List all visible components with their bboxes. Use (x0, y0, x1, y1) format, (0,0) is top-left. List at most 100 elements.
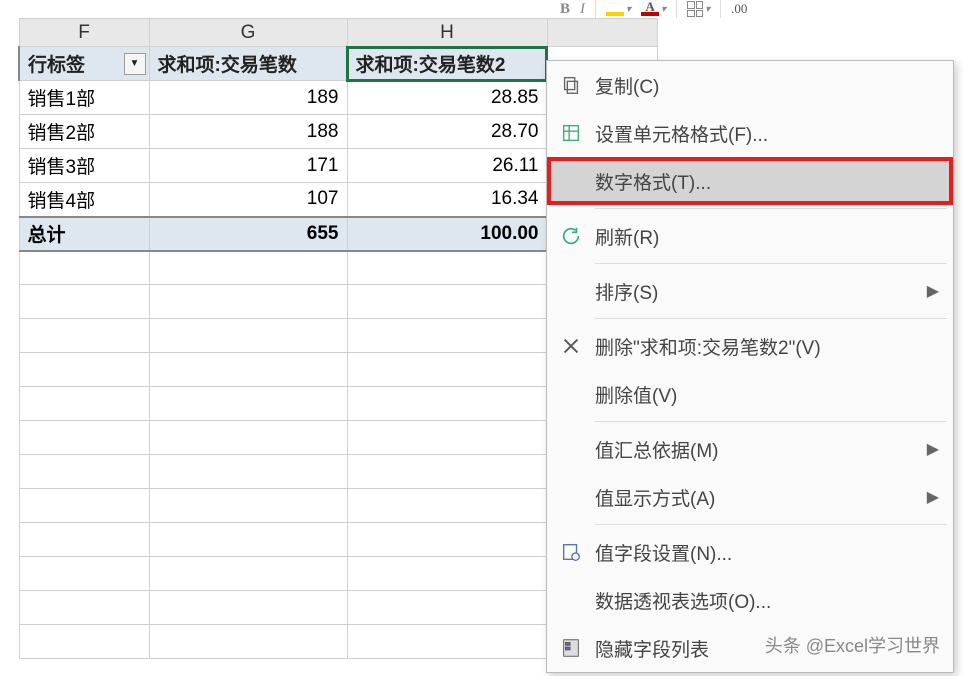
menu-label: 删除值(V) (595, 381, 939, 408)
format-cells-icon (547, 122, 595, 144)
cell-blank[interactable] (19, 455, 149, 489)
cell-blank[interactable] (149, 353, 347, 387)
menu-value-field-settings[interactable]: 值字段设置(N)... (547, 528, 953, 576)
cell-blank[interactable] (19, 421, 149, 455)
menu-format-cells[interactable]: 设置单元格格式(F)... (547, 109, 953, 157)
pivot-filter-dropdown[interactable]: ▼ (124, 53, 146, 75)
cell-blank[interactable] (347, 421, 547, 455)
menu-remove-values[interactable]: 删除值(V) (547, 370, 953, 418)
menu-copy[interactable]: 复制(C) (547, 61, 953, 109)
cell-blank[interactable] (347, 285, 547, 319)
pivot-col-g-header[interactable]: 求和项:交易笔数 (149, 47, 347, 81)
cell-blank[interactable] (347, 523, 547, 557)
cell-value[interactable]: 28.85 (347, 81, 547, 115)
menu-separator (595, 421, 947, 422)
row-label[interactable]: 销售4部 (19, 183, 149, 217)
cell-value[interactable]: 26.11 (347, 149, 547, 183)
menu-label: 值显示方式(A) (595, 484, 927, 511)
copy-icon (547, 74, 595, 96)
cell-blank[interactable] (19, 387, 149, 421)
cell-value[interactable]: 189 (149, 81, 347, 115)
cell-blank[interactable] (149, 387, 347, 421)
cell-value[interactable]: 188 (149, 115, 347, 149)
cell-blank[interactable] (149, 421, 347, 455)
menu-separator (595, 208, 947, 209)
cell-value[interactable]: 16.34 (347, 183, 547, 217)
submenu-arrow-icon: ▶ (927, 439, 939, 459)
cell-value[interactable]: 28.70 (347, 115, 547, 149)
cell-blank[interactable] (149, 591, 347, 625)
cell-blank[interactable] (347, 489, 547, 523)
cell-blank[interactable] (149, 523, 347, 557)
cell-blank[interactable] (347, 353, 547, 387)
cell-blank[interactable] (347, 251, 547, 285)
refresh-icon (547, 225, 595, 247)
context-menu: 复制(C) 设置单元格格式(F)... 数字格式(T)... 刷新(R) 排序(… (546, 60, 954, 673)
cell-blank[interactable] (19, 319, 149, 353)
col-header-g[interactable]: G (149, 19, 347, 47)
field-list-icon (547, 637, 595, 659)
menu-label: 设置单元格格式(F)... (595, 120, 939, 147)
row-label[interactable]: 销售3部 (19, 149, 149, 183)
cell-blank[interactable] (149, 285, 347, 319)
col-header-h[interactable]: H (347, 19, 547, 47)
decrease-decimal-button[interactable]: .00 (731, 1, 747, 17)
fill-color-button[interactable]: ▾ (606, 2, 631, 16)
menu-label: 删除"求和项:交易笔数2"(V) (595, 333, 939, 360)
col-header-blank[interactable] (547, 19, 657, 47)
menu-separator (595, 524, 947, 525)
total-value[interactable]: 655 (149, 217, 347, 251)
submenu-arrow-icon: ▶ (927, 281, 939, 301)
font-color-button[interactable]: A▾ (641, 2, 666, 16)
cell-blank[interactable] (347, 625, 547, 659)
cell-blank[interactable] (19, 353, 149, 387)
cell-blank[interactable] (19, 625, 149, 659)
pivot-col-h-header[interactable]: 求和项:交易笔数2 (347, 47, 547, 81)
cell-blank[interactable] (149, 251, 347, 285)
menu-remove-field[interactable]: 删除"求和项:交易笔数2"(V) (547, 322, 953, 370)
menu-separator (595, 263, 947, 264)
menu-refresh[interactable]: 刷新(R) (547, 212, 953, 260)
menu-separator (595, 318, 947, 319)
submenu-arrow-icon: ▶ (927, 487, 939, 507)
cell-blank[interactable] (19, 489, 149, 523)
cell-blank[interactable] (149, 557, 347, 591)
cell-blank[interactable] (149, 489, 347, 523)
cell-value[interactable]: 107 (149, 183, 347, 217)
cell-blank[interactable] (347, 591, 547, 625)
pivot-row-labels-text: 行标签 (28, 55, 85, 76)
menu-pivot-options[interactable]: 数据透视表选项(O)... (547, 576, 953, 624)
cell-blank[interactable] (19, 251, 149, 285)
row-label[interactable]: 销售2部 (19, 115, 149, 149)
cell-blank[interactable] (19, 557, 149, 591)
watermark-text: 头条 @Excel学习世界 (765, 632, 940, 658)
cell-blank[interactable] (347, 387, 547, 421)
menu-label: 数据透视表选项(O)... (595, 587, 939, 614)
borders-button[interactable]: ▾ (687, 1, 710, 17)
menu-summarize-by[interactable]: 值汇总依据(M) ▶ (547, 425, 953, 473)
pivot-row-labels-header[interactable]: 行标签 ▼ (19, 47, 149, 81)
menu-number-format[interactable]: 数字格式(T)... (547, 157, 953, 205)
cell-blank[interactable] (149, 319, 347, 353)
cell-blank[interactable] (19, 591, 149, 625)
menu-show-values-as[interactable]: 值显示方式(A) ▶ (547, 473, 953, 521)
total-value[interactable]: 100.00 (347, 217, 547, 251)
cell-blank[interactable] (19, 285, 149, 319)
menu-label: 值字段设置(N)... (595, 539, 939, 566)
menu-label: 排序(S) (595, 278, 927, 305)
bold-button[interactable]: B (560, 1, 570, 18)
menu-sort[interactable]: 排序(S) ▶ (547, 267, 953, 315)
mini-toolbar: B I ▾ A▾ ▾ .00 (550, 0, 970, 18)
value-field-icon (547, 541, 595, 563)
cell-blank[interactable] (347, 455, 547, 489)
cell-blank[interactable] (347, 319, 547, 353)
total-label[interactable]: 总计 (19, 217, 149, 251)
cell-blank[interactable] (347, 557, 547, 591)
cell-value[interactable]: 171 (149, 149, 347, 183)
cell-blank[interactable] (149, 455, 347, 489)
row-label[interactable]: 销售1部 (19, 81, 149, 115)
cell-blank[interactable] (19, 523, 149, 557)
cell-blank[interactable] (149, 625, 347, 659)
italic-button[interactable]: I (580, 1, 585, 18)
col-header-f[interactable]: F (19, 19, 149, 47)
